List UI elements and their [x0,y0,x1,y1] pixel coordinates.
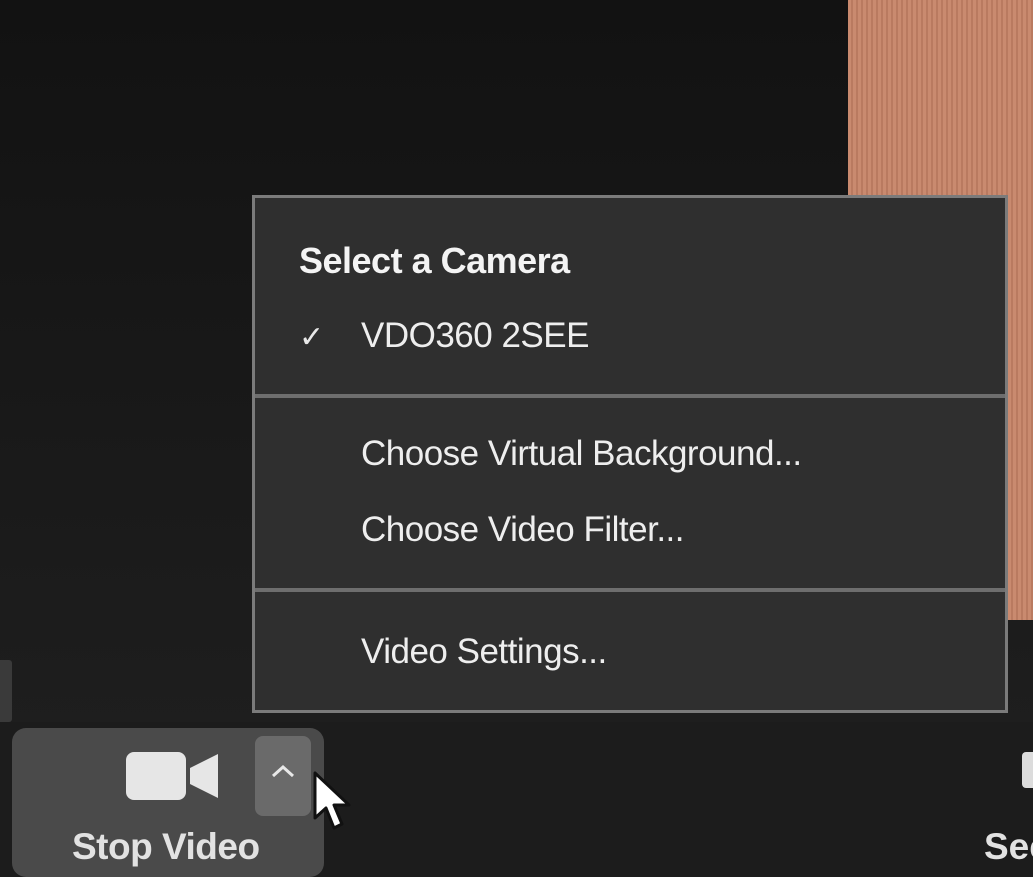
meeting-window: Select a Camera ✓ VDO360 2SEE Choose Vir… [0,0,1033,877]
camera-option-vdo360-2see[interactable]: VDO360 2SEE [361,316,589,356]
video-options-button[interactable] [255,736,311,816]
video-options-menu: Select a Camera ✓ VDO360 2SEE Choose Vir… [252,195,1008,713]
video-camera-icon [126,752,218,800]
chevron-up-icon [271,764,295,778]
stop-video-label: Stop Video [72,826,260,867]
video-settings-item[interactable]: Video Settings... [361,632,607,672]
left-edge-panel [0,660,12,722]
choose-virtual-background-item[interactable]: Choose Virtual Background... [361,434,802,474]
share-screen-icon[interactable] [1022,752,1033,788]
choose-video-filter-item[interactable]: Choose Video Filter... [361,510,685,550]
mouse-cursor-icon [313,771,351,830]
stop-video-button[interactable]: Stop Video [12,728,324,877]
checkmark-icon: ✓ [299,321,325,354]
menu-divider [255,588,1005,592]
menu-divider [255,394,1005,398]
select-camera-header: Select a Camera [299,240,570,281]
partial-toolbar-label[interactable]: Sec [984,826,1033,868]
